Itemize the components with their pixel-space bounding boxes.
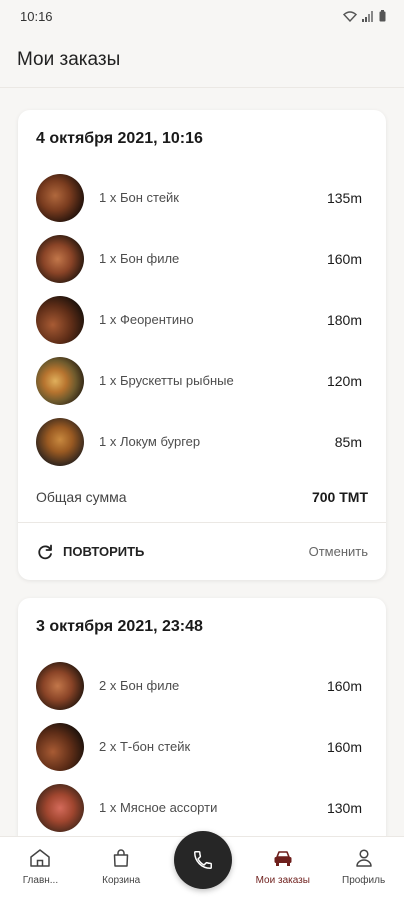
status-icons — [343, 10, 386, 22]
status-time: 10:16 — [20, 8, 53, 24]
item-thumbnail — [36, 295, 84, 344]
home-icon — [30, 849, 51, 867]
cart-icon — [113, 849, 129, 867]
order-date: 3 октября 2021, 23:48 — [36, 618, 203, 635]
item-thumbnail — [36, 722, 84, 771]
order-item: 1 x Бон филе 160m — [18, 228, 386, 289]
profile-icon — [355, 849, 372, 867]
nav-cart-label: Корзина — [102, 875, 141, 886]
item-price: 160m — [326, 677, 362, 694]
order-item: 1 x Брускетты рыбные 120m — [18, 350, 386, 411]
item-name: 1 x Феорентино — [99, 312, 194, 327]
app-header: Мои заказы — [0, 32, 404, 88]
bottom-navigation: Главн... Корзина Мои заказы Профиль — [0, 831, 404, 900]
nav-orders-label: Мои заказы — [255, 875, 310, 886]
total-label: Общая сумма — [36, 489, 127, 505]
item-name: 1 x Локум бургер — [99, 434, 201, 449]
item-name: 1 x Брускетты рыбные — [99, 373, 234, 388]
nav-home-label: Главн... — [22, 875, 59, 886]
nav-profile[interactable]: Профиль — [323, 837, 404, 900]
page-title: Мои заказы — [17, 48, 121, 70]
repeat-order-button[interactable]: ПОВТОРИТЬ — [36, 543, 144, 561]
cancel-order-button[interactable]: Отменить — [309, 544, 368, 559]
battery-icon — [379, 10, 386, 22]
wifi-icon — [343, 10, 357, 22]
item-thumbnail — [36, 661, 84, 710]
item-thumbnail — [36, 783, 84, 832]
item-name: 1 x Бон филе — [99, 251, 180, 266]
nav-profile-label: Профиль — [342, 875, 386, 886]
signal-icon — [362, 10, 373, 22]
order-item: 1 x Локум бургер 85m — [18, 411, 386, 472]
item-price: 120m — [326, 372, 362, 389]
item-price: 160m — [326, 250, 362, 267]
status-bar: 10:16 — [0, 0, 404, 32]
nav-cart[interactable]: Корзина — [81, 837, 162, 900]
item-price: 180m — [326, 311, 362, 328]
nav-home[interactable]: Главн... — [0, 837, 81, 900]
order-item: 1 x Мясное ассорти 130m — [18, 777, 386, 836]
order-actions: ПОВТОРИТЬ Отменить — [18, 523, 386, 580]
item-name: 1 x Бон стейк — [99, 190, 179, 205]
item-price: 135m — [326, 189, 362, 206]
item-thumbnail — [36, 356, 84, 405]
item-thumbnail — [36, 234, 84, 283]
item-price: 85m — [334, 433, 362, 450]
order-date: 4 октября 2021, 10:16 — [36, 130, 203, 147]
total-value: 700 ТМТ — [311, 489, 368, 505]
item-name: 2 x Т-бон стейк — [99, 739, 191, 754]
repeat-label: ПОВТОРИТЬ — [63, 544, 145, 559]
call-button[interactable] — [174, 831, 232, 889]
order-item: 2 x Бон филе 160m — [18, 655, 386, 716]
order-item: 1 x Феорентино 180m — [18, 289, 386, 350]
item-thumbnail — [36, 173, 84, 222]
item-name: 2 x Бон филе — [99, 678, 180, 693]
repeat-icon — [38, 544, 52, 559]
orders-list[interactable]: 4 октября 2021, 10:16 1 x Бон стейк 135m… — [0, 88, 404, 836]
item-price: 160m — [326, 738, 362, 755]
phone-icon — [194, 851, 212, 869]
order-card: 3 октября 2021, 23:48 2 x Бон филе 160m … — [18, 598, 386, 836]
item-price: 130m — [326, 799, 362, 816]
car-icon — [274, 851, 292, 866]
item-thumbnail — [36, 417, 84, 466]
order-card: 4 октября 2021, 10:16 1 x Бон стейк 135m… — [18, 110, 386, 580]
order-item: 1 x Бон стейк 135m — [18, 167, 386, 228]
order-item: 2 x Т-бон стейк 160m — [18, 716, 386, 777]
item-name: 1 x Мясное ассорти — [99, 800, 218, 815]
nav-orders[interactable]: Мои заказы — [242, 837, 323, 900]
order-total: Общая сумма 700 ТМТ — [18, 472, 386, 522]
